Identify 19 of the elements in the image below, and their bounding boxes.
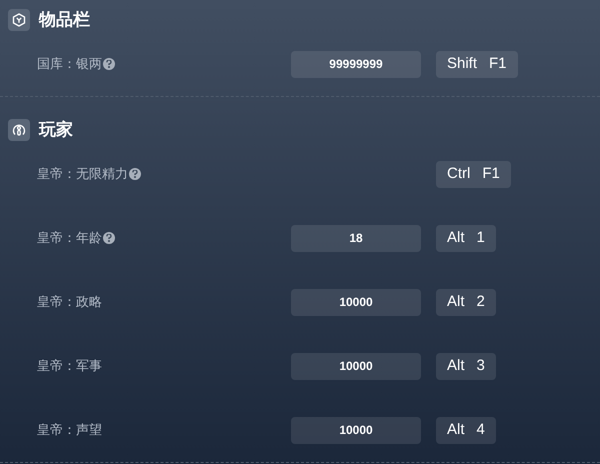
help-icon[interactable] <box>129 168 141 180</box>
option-label: 皇帝：声望 <box>37 421 102 440</box>
hotkey-button[interactable]: Shift F1 <box>436 50 518 78</box>
option-label: 国库：银两 <box>37 55 102 74</box>
option-label: 皇帝：政略 <box>37 293 102 312</box>
option-label: 皇帝：军事 <box>37 357 102 376</box>
section-title: 玩家 <box>39 119 73 142</box>
hotkey-button[interactable]: Alt 1 <box>436 224 496 252</box>
hotkey-button[interactable]: Alt 3 <box>436 352 496 380</box>
help-icon[interactable] <box>103 232 115 244</box>
section-title: 物品栏 <box>39 9 90 32</box>
person-icon <box>8 119 30 141</box>
hotkey-button[interactable]: Alt 2 <box>436 288 496 316</box>
option-label: 皇帝：年龄 <box>37 229 102 248</box>
help-icon[interactable] <box>103 58 115 70</box>
option-label: 皇帝：无限精力 <box>37 165 128 184</box>
hotkey-button[interactable]: Ctrl F1 <box>436 160 511 188</box>
cube-icon <box>8 9 30 31</box>
hotkey-button[interactable]: Alt 4 <box>436 416 496 444</box>
